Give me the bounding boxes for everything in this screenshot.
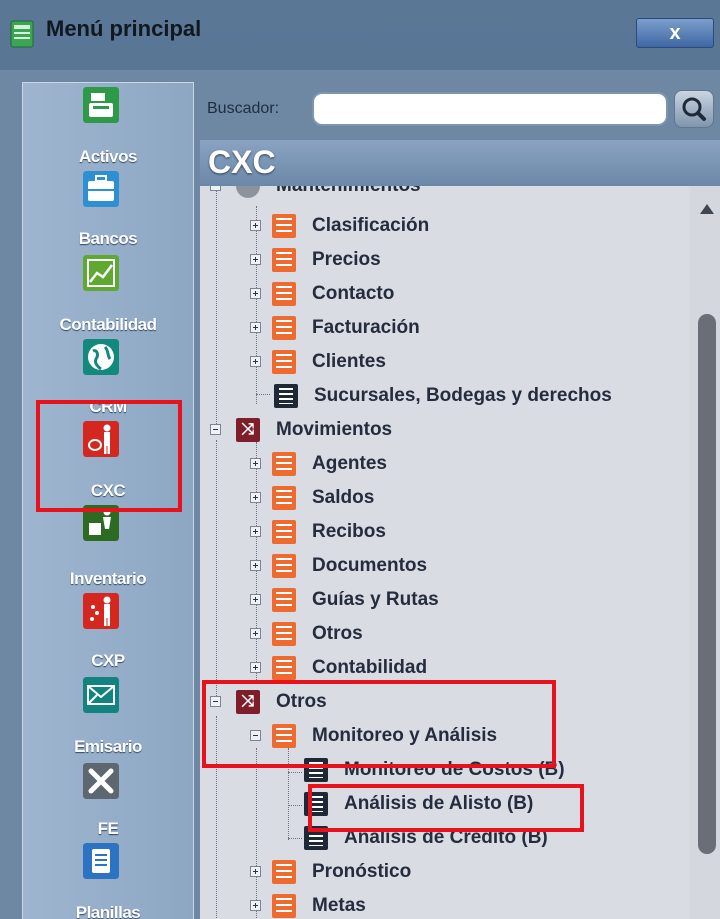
tree-guide <box>288 838 302 839</box>
sidebar-label: Contabilidad <box>59 315 157 334</box>
sidebar-label: CXP <box>91 651 125 670</box>
expand-icon[interactable] <box>250 220 261 231</box>
chart-icon <box>83 255 119 291</box>
scrollbar-thumb[interactable] <box>698 314 716 854</box>
sidebar-item-activos[interactable]: Activos <box>23 83 193 171</box>
list-icon <box>272 894 296 918</box>
tree-node-label: Recibos <box>312 521 386 542</box>
mail-icon <box>83 677 119 713</box>
search-label: Buscador: <box>207 100 280 117</box>
sidebar-label: Activos <box>79 147 137 166</box>
tree-node-label: Guías y Rutas <box>312 589 439 610</box>
list-icon <box>272 554 296 578</box>
expand-icon[interactable] <box>250 322 261 333</box>
tree-guide <box>288 805 302 806</box>
tree-node-label: Otros <box>312 623 363 644</box>
document-list-icon <box>274 384 298 408</box>
highlight-box-otros <box>202 680 556 768</box>
highlight-box-alisto <box>308 784 584 832</box>
list-icon <box>272 622 296 646</box>
tree-node-label: Sucursales, Bodegas y derechos <box>314 385 612 406</box>
expand-icon[interactable] <box>250 458 261 469</box>
list-icon <box>272 486 296 510</box>
tree-guide <box>256 748 257 919</box>
sidebar-label: FE <box>97 819 119 838</box>
search-icon <box>682 97 706 121</box>
tree-node-label: Mantenimientos <box>276 186 421 197</box>
gear-icon <box>236 186 260 198</box>
tree-guide <box>256 394 270 395</box>
tree-node-label: Pronóstico <box>312 861 412 882</box>
tree-node-label: Precios <box>312 249 381 270</box>
sidebar-item-planillas[interactable]: Planillas <box>23 841 193 919</box>
list-icon <box>272 282 296 306</box>
search-input[interactable] <box>312 92 668 126</box>
app-menu-icon <box>10 20 34 48</box>
tree-node-label: Contacto <box>312 283 395 304</box>
list-icon <box>272 860 296 884</box>
sidebar-label: Bancos <box>78 229 138 248</box>
sidebar-item-cxp[interactable]: CXP <box>23 591 193 675</box>
sidebar-label: Emisario <box>74 737 142 756</box>
title-bar: Menú principal x <box>0 0 720 62</box>
list-icon <box>272 588 296 612</box>
sidebar-label: Planillas <box>75 903 141 919</box>
module-header: CXC <box>200 140 720 186</box>
highlight-box-cxc <box>36 400 182 512</box>
tree-node-label: Metas <box>312 895 366 916</box>
tree-node-label: Clientes <box>312 351 386 372</box>
window-title: Menú principal <box>46 16 202 41</box>
tree-node-label: Facturación <box>312 317 420 338</box>
expand-icon[interactable] <box>250 628 261 639</box>
shuffle-icon: ⤨ <box>236 418 260 442</box>
tree-node-label: Documentos <box>312 555 428 576</box>
tree-node-label: Movimientos <box>276 419 393 440</box>
expand-icon[interactable] <box>250 288 261 299</box>
expand-icon[interactable] <box>250 594 261 605</box>
sidebar-item-bancos[interactable]: Bancos <box>23 171 193 255</box>
tree-guide <box>256 206 257 404</box>
payer-icon <box>83 593 119 629</box>
cash-register-icon <box>83 87 119 123</box>
expand-icon[interactable] <box>250 866 261 877</box>
tree-guide <box>216 186 217 426</box>
search-button[interactable] <box>674 90 714 128</box>
expand-icon[interactable] <box>250 662 261 673</box>
scroll-up-arrow-icon[interactable] <box>700 204 714 214</box>
expand-icon[interactable] <box>250 492 261 503</box>
expand-icon[interactable] <box>250 900 261 911</box>
sidebar-item-fe[interactable]: FE <box>23 761 193 841</box>
tree-guide <box>288 772 302 773</box>
tree-node-label: Contabilidad <box>312 657 428 678</box>
list-icon <box>272 316 296 340</box>
tree-guide <box>216 440 217 706</box>
tree-node-label: Saldos <box>312 487 375 508</box>
tree-node-label: Clasificación <box>312 215 430 236</box>
close-button[interactable]: x <box>636 18 714 48</box>
expand-icon[interactable] <box>250 560 261 571</box>
list-icon <box>272 452 296 476</box>
tree-node-label: Agentes <box>312 453 387 474</box>
main-menu-window: Menú principal x Activos Bancos Contabil… <box>0 0 720 919</box>
list-icon <box>272 214 296 238</box>
list-icon <box>272 520 296 544</box>
list-icon <box>272 248 296 272</box>
list-icon <box>272 350 296 374</box>
module-title: CXC <box>208 144 276 180</box>
collapse-icon[interactable] <box>210 186 221 191</box>
sidebar-item-contabilidad[interactable]: Contabilidad <box>23 255 193 339</box>
sidebar-item-inventario[interactable]: Inventario <box>23 503 193 591</box>
globe-icon <box>83 339 119 375</box>
list-icon <box>272 656 296 680</box>
expand-icon[interactable] <box>250 254 261 265</box>
document-icon <box>83 843 119 879</box>
sidebar-item-emisario[interactable]: Emisario <box>23 675 193 761</box>
expand-icon[interactable] <box>250 356 261 367</box>
collapse-icon[interactable] <box>210 424 221 435</box>
briefcase-icon <box>83 171 119 207</box>
expand-icon[interactable] <box>250 526 261 537</box>
tools-icon <box>83 763 119 799</box>
sidebar-label: Inventario <box>69 569 147 588</box>
